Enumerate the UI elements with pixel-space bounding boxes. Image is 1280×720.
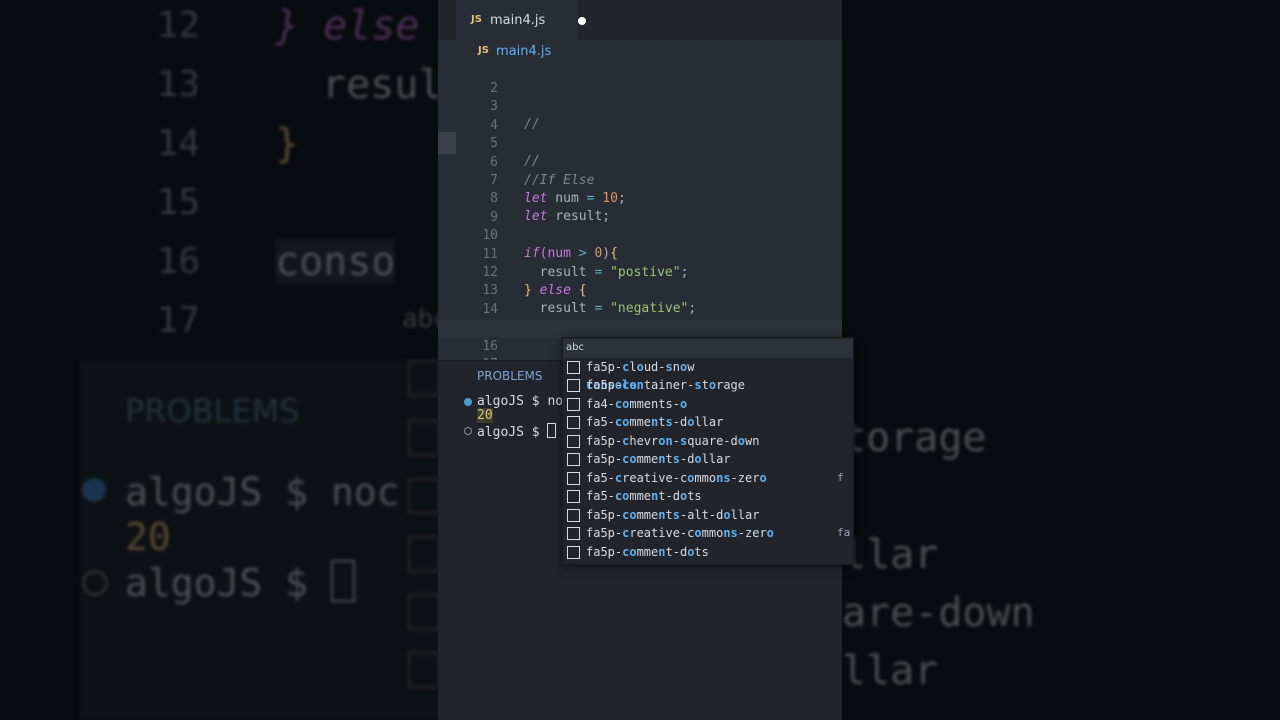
tab-main4-js[interactable]: JS main4.js (456, 0, 586, 42)
tab-filename: main4.js (490, 13, 546, 28)
code-line: 11 result = "postive"; (438, 228, 842, 280)
suggestion-label: fa5p-container-storage (586, 378, 745, 392)
code-line: 7 let num = 10; (438, 154, 842, 206)
background-right-area (842, 0, 1280, 720)
code-line: 3 // (438, 80, 842, 132)
tab-bar: JS main4.js (438, 0, 842, 42)
code-area[interactable]: 2 3 // 4 5 // 6 //If Else 7 let num = 10… (438, 62, 842, 373)
breadcrumb-filename[interactable]: main4.js (496, 44, 551, 59)
tab-problems[interactable]: PROBLEMS (477, 369, 543, 383)
terminal-status-dot-icon (464, 398, 472, 406)
suggestion-item[interactable]: fa5p-creative-commons-zero fa (563, 524, 853, 543)
snippet-suggestion-icon (567, 471, 580, 485)
code-line: 15 (438, 301, 842, 335)
snippet-suggestion-icon (567, 416, 580, 429)
snippet-suggestion-icon (567, 508, 580, 522)
code-line: 13 result = "negative"; (438, 264, 842, 316)
terminal-line: algoJS $ noc (477, 394, 571, 409)
suggestion-label: fa5p-chevron-square-down (586, 433, 760, 448)
suggestion-item[interactable]: fa5p-comments-dollar (563, 450, 853, 469)
snippet-suggestion-icon (567, 545, 580, 559)
suggestion-label: fa5-creative-commons-zero (586, 470, 767, 485)
suggestion-label: fa5p-creative-commons-zero (586, 526, 774, 540)
suggestion-label: fa5p-comments-alt-dollar (586, 507, 760, 522)
code-line: 9 (438, 191, 842, 225)
terminal-prompt[interactable]: algoJS $ (477, 423, 557, 440)
code-line: 14 } (438, 283, 842, 335)
suggestion-item[interactable]: fa5p-comment-dots (563, 543, 853, 562)
javascript-file-icon: JS (471, 14, 482, 25)
suggestion-label: fa4-comments-o (586, 396, 688, 411)
autocomplete-list: abc console fa5p-cloud-snow fa5p-containe… (562, 337, 854, 565)
snippet-suggestion-icon (567, 527, 580, 540)
suggestion-label: fa5-comment-dots (586, 489, 702, 503)
suggestion-item[interactable]: abc console (563, 339, 853, 392)
terminal-cursor (547, 423, 557, 438)
terminal-output: 20 (477, 408, 493, 423)
code-line: 8 let result; (438, 172, 842, 224)
unsaved-dot-icon[interactable] (578, 17, 586, 25)
snippet-suggestion-icon (567, 360, 580, 374)
suggestion-item[interactable]: fa5p-chevron-square-down (563, 432, 853, 451)
terminal-circle-icon (464, 427, 472, 435)
suggestion-item[interactable]: fa5p-comments-alt-dollar (563, 506, 853, 525)
code-line-active: 16 conso (438, 319, 842, 373)
suggestion-item[interactable]: fa5-comments-dollar (563, 413, 853, 432)
suggestion-item[interactable]: fa5p-container-storage (563, 376, 853, 395)
code-line: 10 if(num > 0){ (438, 209, 842, 261)
suggestion-item[interactable]: fa5-creative-commons-zero f (563, 469, 853, 488)
snippet-suggestion-icon (567, 490, 580, 503)
suggestion-item[interactable]: fa5-comment-dots (563, 487, 853, 506)
javascript-file-icon: JS (478, 45, 489, 56)
snippet-suggestion-icon (567, 434, 580, 448)
code-line: 6 //If Else (438, 136, 842, 188)
text-suggestion-icon: abc (566, 342, 584, 353)
suggestion-label: fa5-comments-dollar (586, 415, 724, 429)
snippet-suggestion-icon (567, 453, 580, 466)
suggestion-label: fa5p-comments-dollar (586, 452, 731, 466)
code-line: 5 // (438, 117, 842, 169)
breadcrumb: JS main4.js (438, 40, 842, 62)
code-line: 2 (438, 62, 842, 96)
suggestion-label: fa5p-comment-dots (586, 544, 709, 559)
code-line: 4 (438, 99, 842, 133)
suggestion-label: fa5p-cloud-snow (586, 359, 695, 374)
code-line: 12 } else { (438, 246, 842, 298)
snippet-suggestion-icon (567, 379, 580, 392)
suggestion-item[interactable]: fa4-comments-o (563, 395, 853, 414)
snippet-suggestion-icon (567, 397, 580, 411)
suggestion-item[interactable]: fa5p-cloud-snow (563, 358, 853, 377)
